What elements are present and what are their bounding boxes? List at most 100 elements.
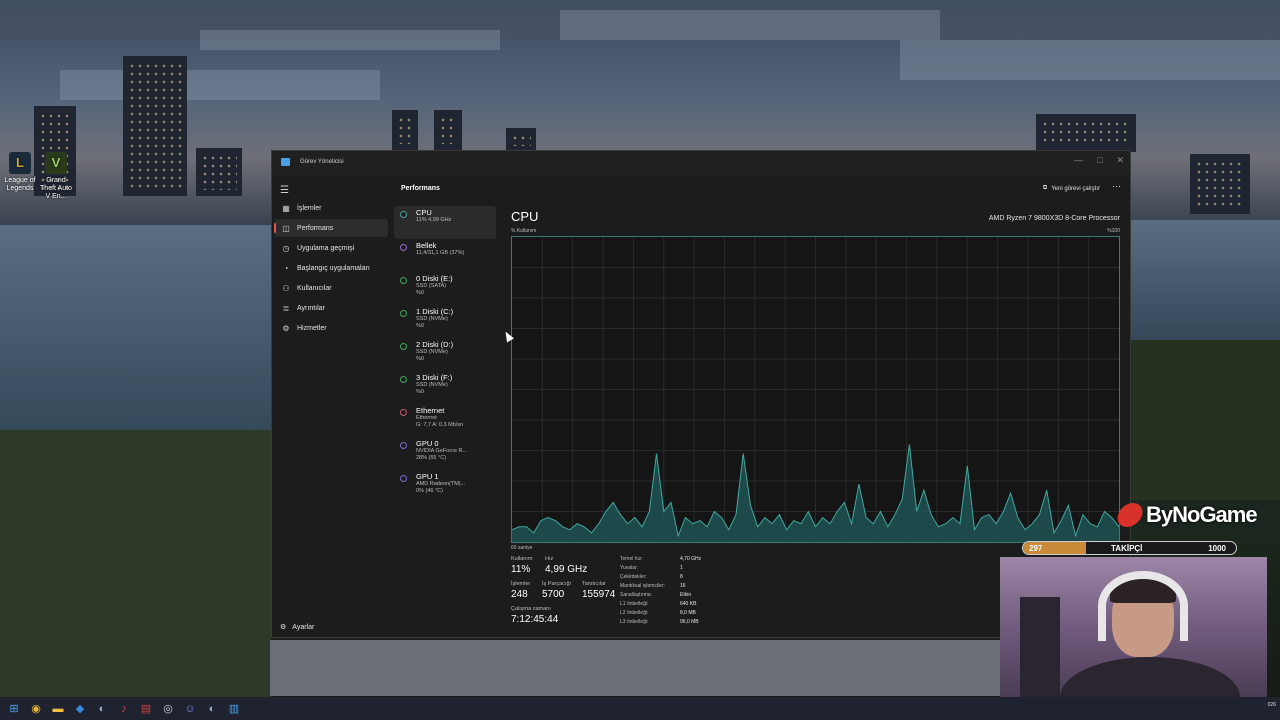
spec-row: Yuvalar: 1 — [620, 565, 730, 574]
hamburger-menu-icon[interactable]: ☰ — [280, 185, 289, 196]
spec-label: L3 önbelleği: — [620, 619, 649, 625]
sidebar-item-app-history[interactable]: ◷ Uygulama geçmişi — [274, 239, 388, 257]
device-status-dot — [400, 376, 407, 383]
chrome-icon[interactable]: ◉ — [28, 701, 44, 717]
steam-icon[interactable]: ◐ — [204, 701, 220, 717]
stat-handles: Tanıtıcılar 155974 — [582, 581, 616, 600]
calendar-icon[interactable]: ▤ — [138, 701, 154, 717]
sidebar-item-services[interactable]: ⚙ Hizmetler — [274, 319, 388, 337]
device-detail: AMD Radeon(TM)... — [416, 481, 466, 487]
stat-processes: İşlemler 248 — [511, 581, 531, 600]
device-name: 0 Diski (E:) — [416, 274, 453, 283]
device-detail: Ethernet — [416, 415, 437, 421]
spec-row: L1 önbelleği: 640 KB — [620, 601, 730, 610]
device-item-5[interactable]: 3 Diski (F:) SSD (NVMe) %0 — [394, 371, 496, 404]
device-name: CPU — [416, 208, 432, 217]
sidebar-item-label: İşlemler — [297, 204, 322, 212]
discord-icon[interactable]: ☺ — [182, 701, 198, 717]
cpu-usage-graph — [511, 236, 1120, 543]
minimize-icon[interactable]: — — [1074, 155, 1083, 166]
run-new-task-button[interactable]: ⧉ Yeni görevi çalıştır — [1043, 185, 1100, 192]
device-status-dot — [400, 277, 407, 284]
title-bar[interactable]: Görev Yöneticisi — □ ✕ — [272, 151, 1130, 175]
spec-label: L1 önbelleği: — [620, 601, 649, 607]
spec-value: 8,0 MB — [680, 610, 696, 616]
processes-icon: ▦ — [282, 203, 290, 213]
device-item-2[interactable]: 0 Diski (E:) SSD (SATA) %0 — [394, 272, 496, 305]
sidebar-item-performance[interactable]: ◫ Performans — [274, 219, 388, 237]
stat-uptime: Çalışma zamanı 7:12:45:44 — [511, 606, 559, 625]
window-title: Görev Yöneticisi — [300, 159, 344, 165]
time-axis-label: 60 saniye — [511, 545, 533, 551]
command-bar: Performans ⧉ Yeni görevi çalıştır ··· — [390, 175, 1130, 203]
spec-label: Temel hız: — [620, 556, 643, 562]
gear-icon: ⚙ — [280, 624, 287, 631]
sidebar-item-processes[interactable]: ▦ İşlemler — [274, 199, 388, 217]
sidebar-item-label: Kullanıcılar — [297, 284, 332, 292]
spec-value: 16 — [680, 583, 686, 589]
page-title: Performans — [401, 185, 440, 192]
league-of-legends-icon: L — [9, 152, 31, 174]
usage-axis-label: % Kullanım — [511, 228, 537, 234]
desktop-icon-league[interactable]: L League of Legends — [2, 152, 38, 193]
more-options-button[interactable]: ··· — [1112, 181, 1121, 191]
obs-icon[interactable]: ◎ — [160, 701, 176, 717]
gta-v-icon: V — [45, 152, 67, 174]
brand-logo: ByNoGame — [1114, 502, 1258, 528]
device-item-3[interactable]: 1 Diski (C:) SSD (NVMe) %0 — [394, 305, 496, 338]
bynogame-logo-icon — [1114, 503, 1146, 527]
close-icon[interactable]: ✕ — [1116, 155, 1124, 166]
device-item-8[interactable]: GPU 1 AMD Radeon(TM)... 0% (46 °C) — [394, 470, 496, 503]
music-icon[interactable]: ♪ — [116, 701, 132, 717]
new-task-icon: ⧉ — [1042, 185, 1048, 191]
services-icon: ⚙ — [282, 323, 290, 333]
users-icon: ⚇ — [282, 283, 290, 293]
device-list: CPU 11% 4,99 GHz Bellek 11,4/31,1 GB (37%) 0… — [394, 206, 496, 503]
spec-value: 8 — [680, 574, 683, 580]
task-manager-icon[interactable]: ▥ — [226, 701, 242, 717]
steam-icon[interactable]: ◐ — [94, 701, 110, 717]
device-name: GPU 0 — [416, 439, 439, 448]
taskbar: ⊞ ◉ ▬ ◆ ◐ ♪ ▤ ◎ ☺ ◐ ▥ 026 — [0, 697, 1280, 720]
store-icon[interactable]: ◆ — [72, 701, 88, 717]
device-item-6[interactable]: Ethernet Ethernet G: 7,7 A: 0,3 Mb/sn — [394, 404, 496, 437]
sidebar-item-users[interactable]: ⚇ Kullanıcılar — [274, 279, 388, 297]
device-detail: SSD (NVMe) — [416, 316, 448, 322]
spec-label: Sanallaştırma: — [620, 592, 652, 598]
device-item-4[interactable]: 2 Diski (D:) SSD (NVMe) %0 — [394, 338, 496, 371]
detail-heading: CPU — [511, 209, 539, 224]
device-detail: 0% (46 °C) — [416, 488, 443, 494]
device-status-dot — [400, 343, 407, 350]
sidebar-item-label: Ayrıntılar — [297, 304, 325, 312]
device-item-1[interactable]: Bellek 11,4/31,1 GB (37%) — [394, 239, 496, 272]
sidebar-item-label: Performans — [297, 224, 334, 232]
sidebar-nav: ☰ ▦ İşlemler ◫ Performans ◷ Uygulama geç… — [272, 175, 390, 637]
spec-row: Çekirdekler: 8 — [620, 574, 730, 583]
stat-utilization: Kullanım 11% — [511, 556, 533, 575]
maximize-icon[interactable]: □ — [1097, 155, 1102, 166]
system-tray: 026 — [1267, 702, 1276, 708]
settings-button[interactable]: ⚙ Ayarlar — [280, 623, 314, 632]
sidebar-item-startup[interactable]: ◔ Başlangıç uygulamaları — [274, 259, 388, 277]
desktop-icon-gta[interactable]: V Grand Theft Auto V En... — [38, 152, 74, 201]
device-item-0[interactable]: CPU 11% 4,99 GHz — [394, 206, 496, 239]
device-detail: %0 — [416, 323, 424, 329]
device-status-dot — [400, 211, 407, 218]
spec-value: 96,0 MB — [680, 619, 699, 625]
device-detail: 11,4/31,1 GB (37%) — [416, 250, 465, 256]
spec-row: Temel hız: 4,70 GHz — [620, 556, 730, 565]
windows-start-icon[interactable]: ⊞ — [6, 701, 22, 717]
device-status-dot — [400, 310, 407, 317]
sidebar-item-details[interactable]: ≣ Ayrıntılar — [274, 299, 388, 317]
spec-row: Sanallaştırma: Etkin — [620, 592, 730, 601]
device-detail: %0 — [416, 356, 424, 362]
sidebar-item-label: Uygulama geçmişi — [297, 244, 355, 252]
device-detail: SSD (SATA) — [416, 283, 447, 289]
file-explorer-icon[interactable]: ▬ — [50, 701, 66, 717]
follower-label: TAKİPÇİ — [1111, 544, 1143, 553]
device-detail: %0 — [416, 389, 424, 395]
app-history-icon: ◷ — [282, 243, 290, 253]
spec-label: Yuvalar: — [620, 565, 639, 571]
device-item-7[interactable]: GPU 0 NVIDIA GeForce R... 28% (55 °C) — [394, 437, 496, 470]
spec-label: L2 önbelleği: — [620, 610, 649, 616]
